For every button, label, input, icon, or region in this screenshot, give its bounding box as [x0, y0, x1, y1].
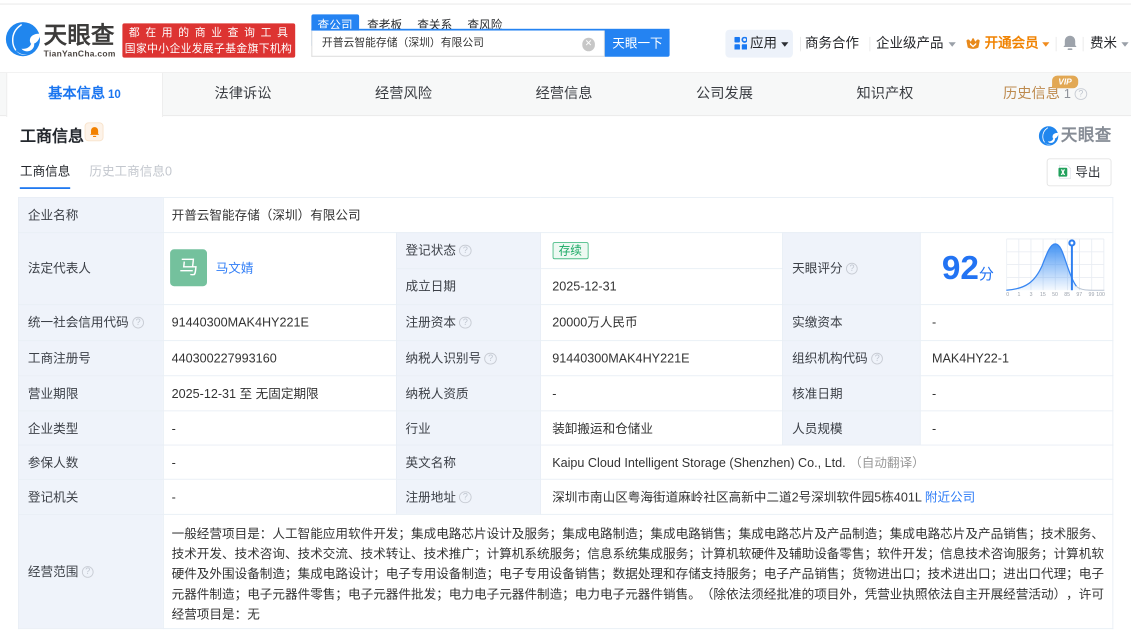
svg-text:100: 100	[1096, 292, 1105, 297]
svg-text:0: 0	[1006, 292, 1009, 297]
svg-text:15: 15	[1040, 292, 1046, 297]
svg-text:99: 99	[1088, 292, 1094, 297]
svg-text:97: 97	[1076, 292, 1082, 297]
svg-text:50: 50	[1052, 292, 1058, 297]
svg-text:1: 1	[1017, 292, 1020, 297]
svg-text:3: 3	[1029, 292, 1032, 297]
svg-text:85: 85	[1064, 292, 1070, 297]
